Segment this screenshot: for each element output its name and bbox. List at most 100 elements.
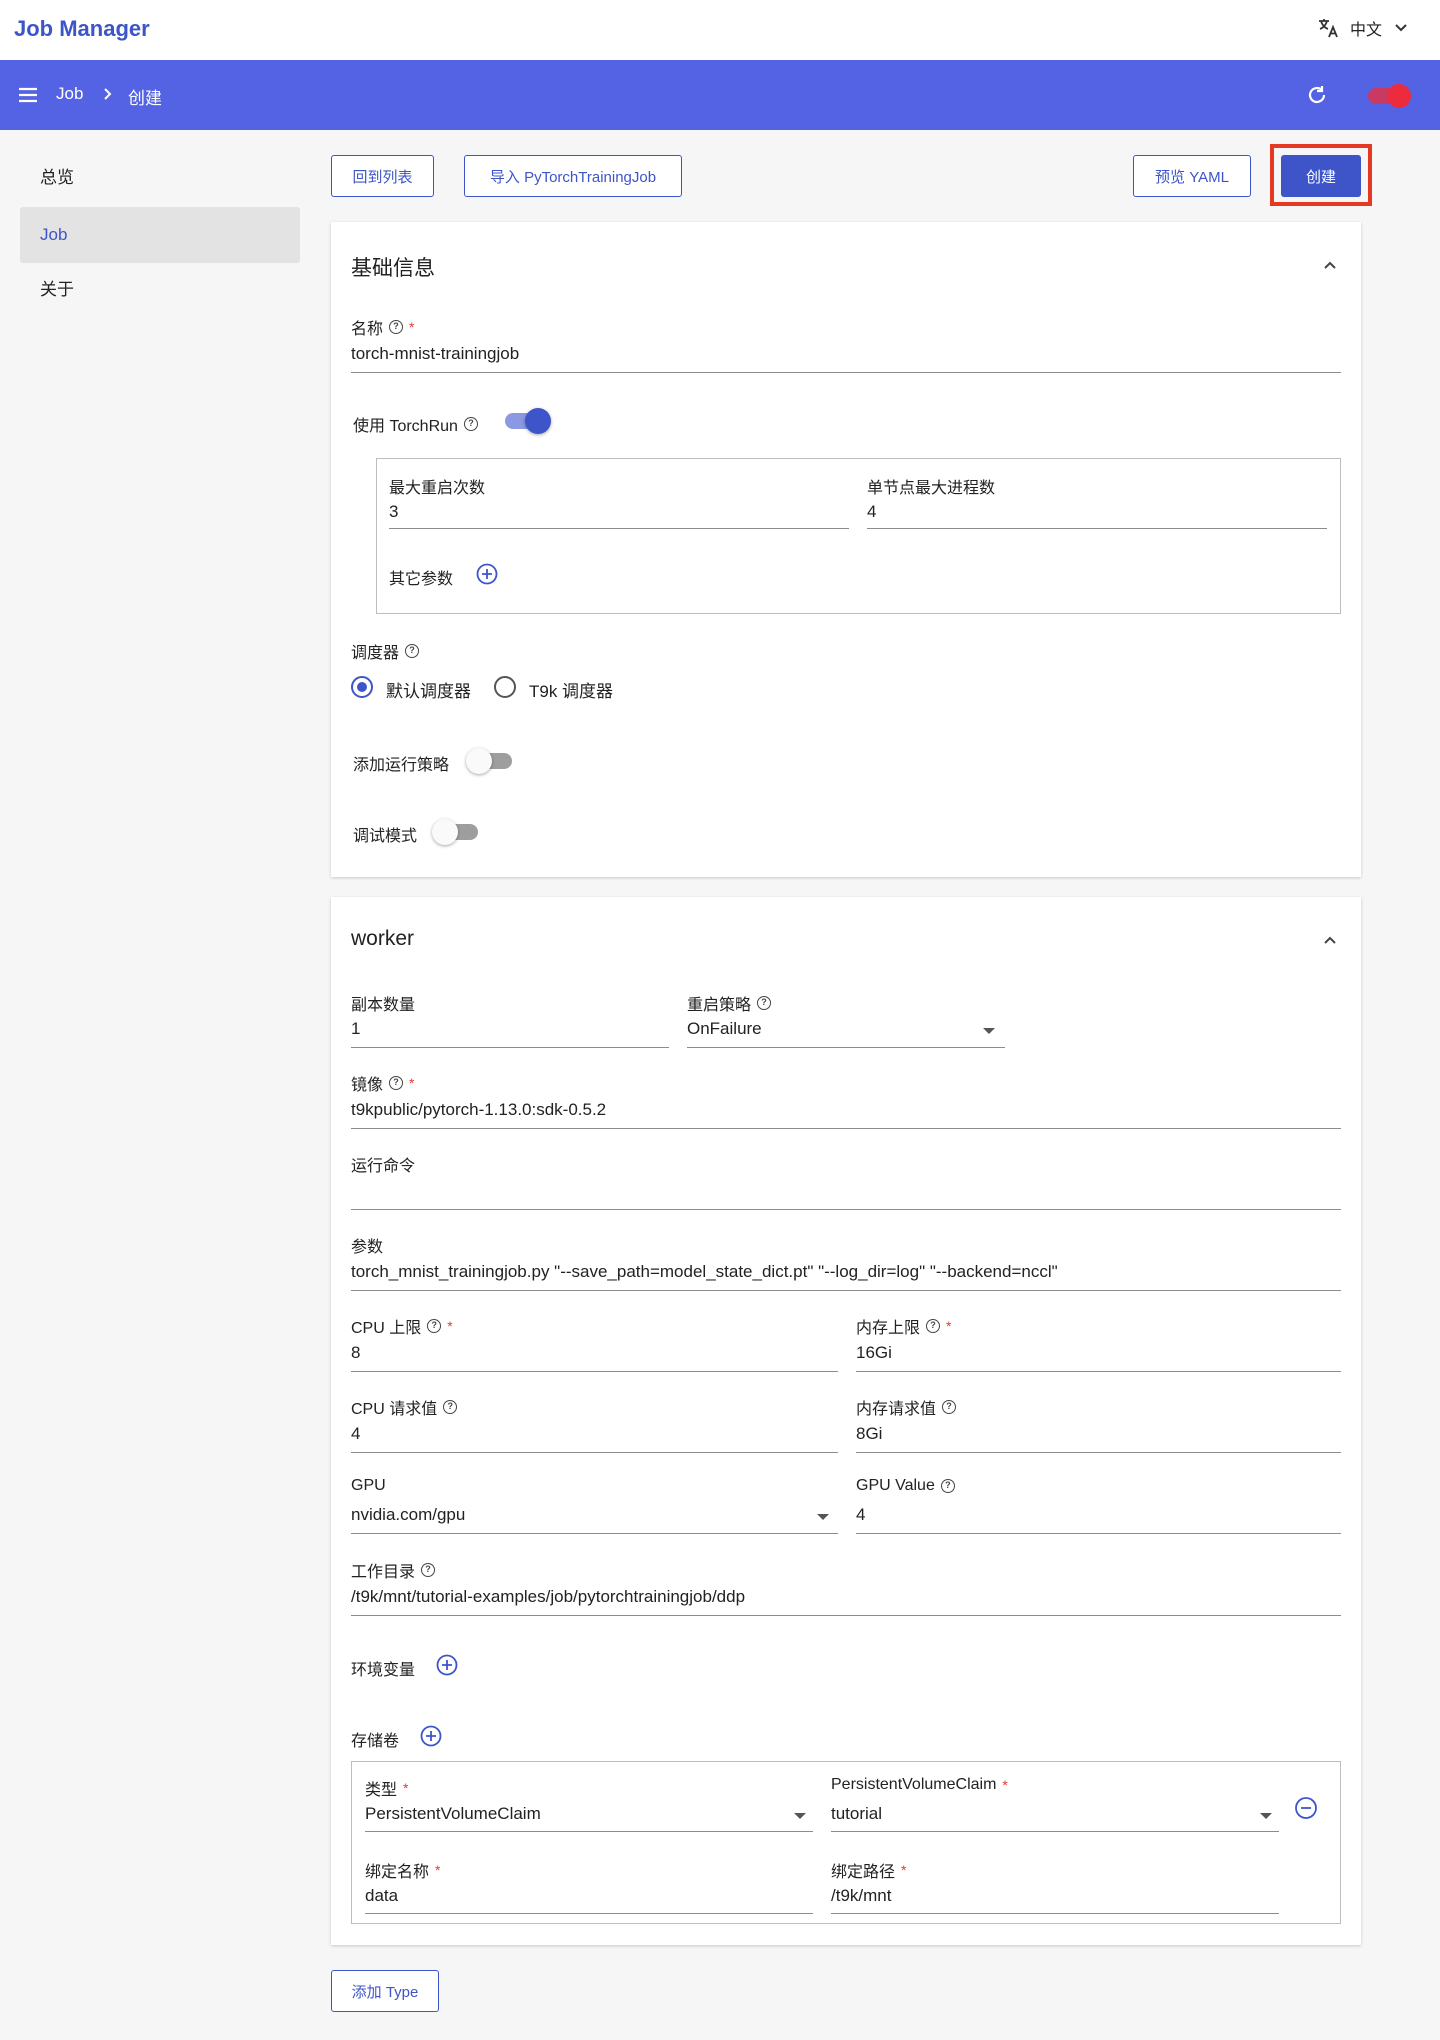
volume-box: 类型 * PersistentVolumeClaim PersistentVol… [351,1761,1341,1924]
volume-type-underline [365,1831,813,1832]
help-icon[interactable]: ? [389,1076,404,1090]
args-input[interactable]: torch_mnist_trainingjob.py "--save_path=… [351,1262,1058,1282]
import-pytorch-job-button[interactable]: 导入 PyTorchTrainingJob [464,155,682,197]
add-env-icon[interactable] [436,1654,458,1676]
worker-card: worker 副本数量 1 重启策略 ? OnFailure 镜像 ? * t9… [331,897,1361,1945]
basic-info-title: 基础信息 [351,257,435,280]
max-restarts-underline [389,528,849,529]
required-asterisk: * [447,1318,453,1334]
workdir-underline [351,1615,1341,1616]
help-icon[interactable]: ? [757,996,772,1010]
gpu-value-input[interactable]: 4 [856,1505,865,1525]
language-switcher[interactable]: 中文 [1316,16,1410,40]
required-asterisk: * [409,1075,415,1091]
name-input[interactable]: torch-mnist-trainingjob [351,344,519,364]
theme-toggle[interactable] [1368,82,1412,108]
nproc-underline [867,528,1327,529]
sidebar-item-job[interactable]: Job [20,207,300,263]
gpu-underline [351,1533,838,1534]
pvc-label: PersistentVolumeClaim * [831,1776,1008,1794]
command-underline [351,1209,1341,1210]
memory-request-input[interactable]: 8Gi [856,1424,882,1444]
default-scheduler-label[interactable]: 默认调度器 [386,677,471,702]
mount-name-input[interactable]: data [365,1886,398,1906]
help-icon[interactable]: ? [427,1319,442,1333]
add-volume-icon[interactable] [420,1725,442,1747]
chevron-down-icon [1392,19,1410,37]
workdir-label: 工作目录 ? [351,1558,436,1582]
basic-info-card: 基础信息 名称 ? * torch-mnist-trainingjob 使用 T… [331,222,1361,877]
torchrun-label-text: 使用 TorchRun [353,418,458,435]
required-asterisk: * [435,1862,441,1878]
volume-type-select[interactable]: PersistentVolumeClaim [365,1804,541,1824]
help-icon[interactable]: ? [443,1400,458,1414]
memory-request-label: 内存请求值 ? [856,1395,957,1419]
memory-limit-input[interactable]: 16Gi [856,1343,892,1363]
help-icon[interactable]: ? [940,1479,955,1493]
help-icon[interactable]: ? [463,417,478,431]
memory-limit-label: 内存上限 ? * [856,1314,951,1338]
max-restarts-input[interactable]: 3 [389,502,398,522]
gpu-select[interactable]: nvidia.com/gpu [351,1505,465,1525]
help-icon[interactable]: ? [389,320,404,334]
chevron-up-icon[interactable] [1321,256,1339,279]
workdir-input[interactable]: /t9k/mnt/tutorial-examples/job/pytorchtr… [351,1587,745,1607]
refresh-icon[interactable] [1305,83,1329,112]
dropdown-arrow-icon[interactable] [983,1028,995,1034]
name-input-underline [351,372,1341,373]
run-policy-switch[interactable] [466,746,514,774]
cpu-limit-input[interactable]: 8 [351,1343,360,1363]
debug-mode-switch[interactable] [432,817,480,845]
pvc-underline [831,1831,1279,1832]
mount-path-label: 绑定路径 * [831,1858,906,1882]
gpu-value-label: GPU Value ? [856,1477,955,1495]
other-params-label: 其它参数 [389,571,454,588]
nproc-input[interactable]: 4 [867,502,876,522]
help-icon[interactable]: ? [926,1319,941,1333]
menu-icon[interactable] [16,83,40,112]
mount-name-underline [365,1913,813,1914]
required-asterisk: * [1002,1777,1008,1793]
t9k-scheduler-label[interactable]: T9k 调度器 [529,677,613,702]
t9k-scheduler-radio[interactable] [494,676,516,698]
dropdown-arrow-icon[interactable] [1260,1813,1272,1819]
gpu-label: GPU [351,1477,386,1494]
help-icon[interactable]: ? [942,1400,957,1414]
create-button[interactable]: 创建 [1281,155,1361,197]
cpu-request-label-text: CPU 请求值 [351,1401,438,1418]
gpu-value-label-text: GPU Value [856,1477,935,1494]
mount-name-label: 绑定名称 * [365,1858,440,1882]
chevron-up-icon[interactable] [1321,931,1339,954]
remove-volume-icon[interactable] [1294,1796,1318,1820]
memory-request-underline [856,1452,1341,1453]
replicas-input[interactable]: 1 [351,1019,360,1039]
dropdown-arrow-icon[interactable] [817,1514,829,1520]
default-scheduler-radio[interactable] [351,676,373,698]
add-type-button[interactable]: 添加 Type [331,1970,439,2012]
dropdown-arrow-icon[interactable] [794,1813,806,1819]
sidebar-item-overview[interactable]: 总览 [20,150,300,206]
mount-path-input[interactable]: /t9k/mnt [831,1886,891,1906]
nproc-label: 单节点最大进程数 [867,480,996,497]
add-circle-icon[interactable] [476,563,498,585]
help-icon[interactable]: ? [405,644,420,658]
max-restarts-label: 最大重启次数 [389,480,486,497]
pvc-select[interactable]: tutorial [831,1804,882,1824]
torchrun-switch[interactable] [503,406,551,434]
image-input[interactable]: t9kpublic/pytorch-1.13.0:sdk-0.5.2 [351,1100,606,1120]
cpu-request-input[interactable]: 4 [351,1424,360,1444]
image-underline [351,1128,1341,1129]
preview-yaml-button[interactable]: 预览 YAML [1133,155,1251,197]
breadcrumb-job[interactable]: Job [56,84,83,104]
mount-path-label-text: 绑定路径 [831,1864,896,1881]
sidebar-item-about[interactable]: 关于 [20,262,300,318]
restart-policy-select[interactable]: OnFailure [687,1019,762,1039]
help-icon[interactable]: ? [421,1563,436,1577]
app-title[interactable]: Job Manager [14,16,150,42]
command-label: 运行命令 [351,1158,416,1175]
back-to-list-button[interactable]: 回到列表 [331,155,434,197]
restart-policy-underline [687,1047,1005,1048]
name-label: 名称 ? * [351,315,414,339]
volumes-label: 存储卷 [351,1733,400,1750]
memory-request-label-text: 内存请求值 [856,1401,937,1418]
